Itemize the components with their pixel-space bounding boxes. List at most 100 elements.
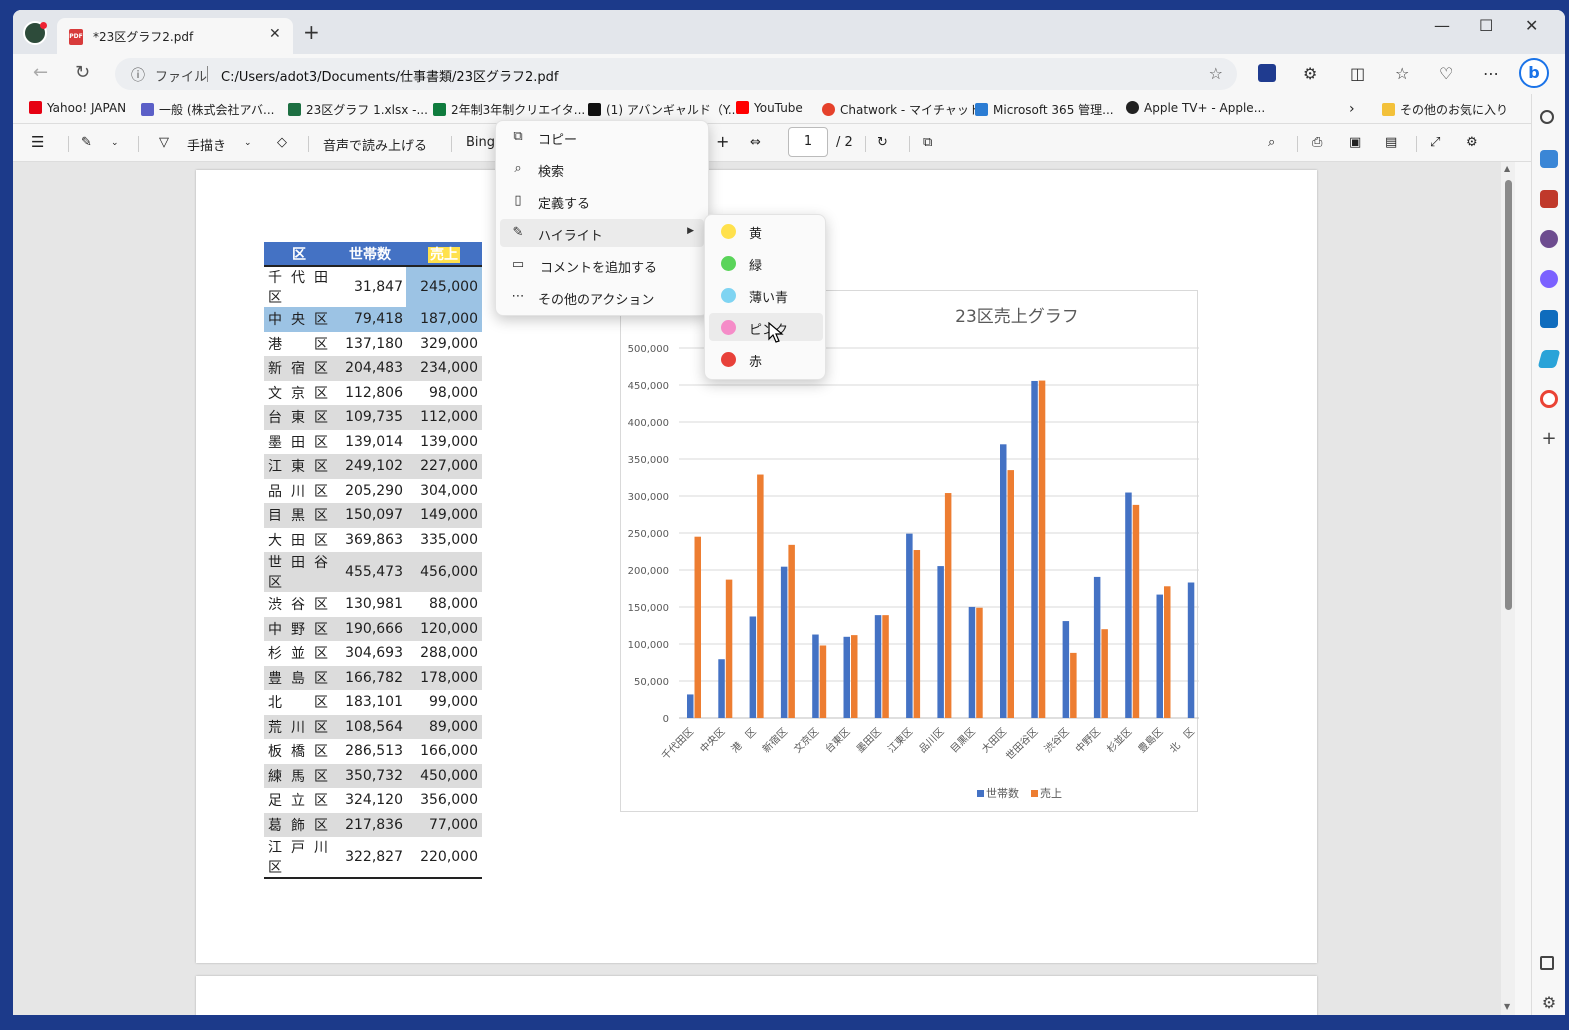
bar-sales	[1132, 504, 1140, 718]
toolbar-separator	[451, 136, 452, 152]
sidebar-toggle-icon[interactable]	[1540, 956, 1554, 970]
favorite-item[interactable]: Chatwork - マイチャット	[822, 101, 981, 118]
menu-item-search[interactable]: ⌕ 検索	[500, 155, 704, 183]
favorite-item[interactable]: 23区グラフ 1.xlsx -...	[288, 101, 428, 118]
color-option-green[interactable]: 緑	[709, 249, 823, 277]
favorite-item[interactable]: 一般 (株式会社アバ...	[141, 101, 274, 118]
save-as-icon[interactable]: ▤	[1385, 135, 1397, 150]
favorites-overflow-chevron-icon[interactable]: ›	[1349, 101, 1355, 117]
highlighter-icon: ✎	[512, 225, 524, 240]
send-icon[interactable]	[1537, 350, 1561, 368]
favorite-star-icon[interactable]: ☆	[1209, 64, 1223, 83]
scroll-down-icon[interactable]: ▼	[1504, 1002, 1510, 1011]
save-icon[interactable]: ▣	[1349, 135, 1361, 150]
color-option-red[interactable]: 赤	[709, 345, 823, 373]
scrollbar-thumb[interactable]	[1505, 180, 1512, 610]
outlook-icon[interactable]	[1540, 310, 1558, 328]
microsoft365-icon[interactable]	[1540, 270, 1558, 288]
pdf-page-2[interactable]	[196, 976, 1317, 1015]
wards-table: 区 世帯数 売上 千代田区 31,847 245,000 中央区 79,418 187,0…	[264, 242, 482, 879]
tab-close-icon[interactable]: ✕	[269, 26, 281, 42]
tools-briefcase-icon[interactable]	[1540, 190, 1558, 208]
draw-button[interactable]: 手描き	[187, 135, 226, 154]
sales-cell: 88,000	[406, 592, 482, 617]
tab-pdf[interactable]: PDF *23区グラフ2.pdf ✕	[57, 18, 293, 54]
split-screen-icon[interactable]: ◫	[1350, 64, 1365, 83]
pdf-settings-gear-icon[interactable]: ⚙	[1466, 135, 1478, 150]
y-tick-label: 450,000	[628, 381, 669, 392]
x-tick-label: 渋谷区	[1041, 725, 1071, 755]
find-search-icon[interactable]: ⌕	[1268, 135, 1275, 150]
info-icon[interactable]: ⓘ	[131, 65, 145, 85]
search-icon[interactable]	[1540, 110, 1554, 124]
tab-bar: PDF *23区グラフ2.pdf ✕ + — ☐ ✕	[13, 10, 1565, 54]
extensions-puzzle-icon[interactable]: ⚙	[1303, 64, 1317, 83]
sales-cell: 288,000	[406, 641, 482, 666]
more-menu-icon[interactable]: ⋯	[1483, 64, 1499, 83]
back-icon[interactable]: ←	[33, 62, 48, 83]
sidebar-settings-gear-icon[interactable]: ⚙	[1540, 994, 1558, 1012]
read-aloud-button[interactable]: 音声で読み上げる	[323, 135, 427, 154]
favorites-icon[interactable]: ☆	[1395, 64, 1409, 83]
notion-icon	[588, 103, 601, 116]
color-option-light-blue[interactable]: 薄い青	[709, 281, 823, 309]
fullscreen-icon[interactable]: ⤢	[1430, 135, 1440, 150]
other-favorites-folder[interactable]: その他のお気に入り	[1382, 101, 1508, 118]
favorite-item[interactable]: (1) アバンギャルド（Y...	[588, 101, 739, 118]
google-icon[interactable]	[1540, 390, 1558, 408]
menu-item-copy[interactable]: ⧉ コピー	[500, 123, 704, 151]
draw-dropdown-chevron-icon[interactable]: ⌄	[244, 138, 252, 148]
favorite-item[interactable]: YouTube	[736, 101, 803, 115]
fit-width-icon[interactable]: ⇔	[750, 135, 761, 150]
bar-households	[1000, 444, 1007, 718]
zoom-in-icon[interactable]: +	[716, 132, 729, 151]
shopping-tag-icon[interactable]	[1540, 150, 1558, 168]
favorite-item[interactable]: Microsoft 365 管理...	[975, 101, 1114, 118]
maximize-icon[interactable]: ☐	[1479, 16, 1493, 35]
y-tick-label: 200,000	[628, 566, 669, 577]
add-sidebar-icon[interactable]: +	[1540, 430, 1558, 448]
extension-chart-icon[interactable]	[1258, 64, 1276, 82]
bing-button[interactable]: Bing	[466, 135, 495, 150]
x-tick-label: 台東区	[822, 725, 852, 755]
highlight-dropdown-chevron-icon[interactable]: ⌄	[111, 138, 119, 148]
favorite-item[interactable]: Apple TV+ - Apple...	[1126, 101, 1265, 115]
menu-item-add-comment[interactable]: ▭ コメントを追加する	[500, 251, 704, 279]
favorite-item[interactable]: 2年制3年制クリエイタ...	[433, 101, 585, 118]
table-row: 板橋区 286,513 166,000	[264, 739, 482, 764]
page-view-icon[interactable]: ⧉	[923, 135, 932, 150]
bing-copilot-icon[interactable]: b	[1519, 58, 1549, 88]
scroll-up-icon[interactable]: ▲	[1504, 164, 1510, 173]
menu-item-more-actions[interactable]: ⋯ その他のアクション	[500, 283, 704, 311]
address-bar[interactable]: ⓘ ファイル C:/Users/adot3/Documents/仕事書類/23区…	[115, 58, 1237, 90]
households-cell: 205,290	[334, 478, 406, 503]
vertical-scrollbar[interactable]: ▲ ▼	[1501, 162, 1515, 1015]
bar-households	[1093, 576, 1101, 718]
close-window-icon[interactable]: ✕	[1525, 16, 1538, 35]
menu-item-highlight[interactable]: ✎ ハイライト ▶	[500, 219, 704, 247]
games-icon[interactable]	[1540, 230, 1558, 248]
favorite-item[interactable]: Yahoo! JAPAN	[29, 101, 126, 115]
draw-pen-icon[interactable]: ▽	[159, 135, 169, 150]
color-option-pink[interactable]: ピンク	[709, 313, 823, 341]
page-number-input[interactable]: 1	[788, 127, 828, 157]
color-label: 黄	[749, 227, 763, 242]
eraser-icon[interactable]: ◇	[277, 135, 287, 150]
print-icon[interactable]: ⎙	[1312, 135, 1322, 150]
sales-cell: 227,000	[406, 454, 482, 479]
browser-essentials-icon[interactable]: ♡	[1439, 64, 1453, 83]
bar-households	[937, 566, 944, 718]
ward-cell: 文京区	[264, 380, 334, 405]
highlight-tool-icon[interactable]: ✎	[81, 135, 92, 150]
menu-item-define[interactable]: ▯ 定義する	[500, 187, 704, 215]
contents-list-icon[interactable]: ☰	[31, 133, 44, 151]
households-cell: 204,483	[334, 356, 406, 381]
refresh-icon[interactable]: ↻	[75, 62, 90, 83]
new-tab-button[interactable]: +	[303, 22, 320, 42]
rotate-icon[interactable]: ↻	[877, 135, 888, 150]
bar-sales	[882, 615, 889, 718]
minimize-icon[interactable]: —	[1434, 16, 1450, 35]
color-option-yellow[interactable]: 黄	[709, 217, 823, 245]
sales-cell: 89,000	[406, 714, 482, 739]
address-url[interactable]: C:/Users/adot3/Documents/仕事書類/23区グラフ2.pd…	[221, 66, 558, 85]
